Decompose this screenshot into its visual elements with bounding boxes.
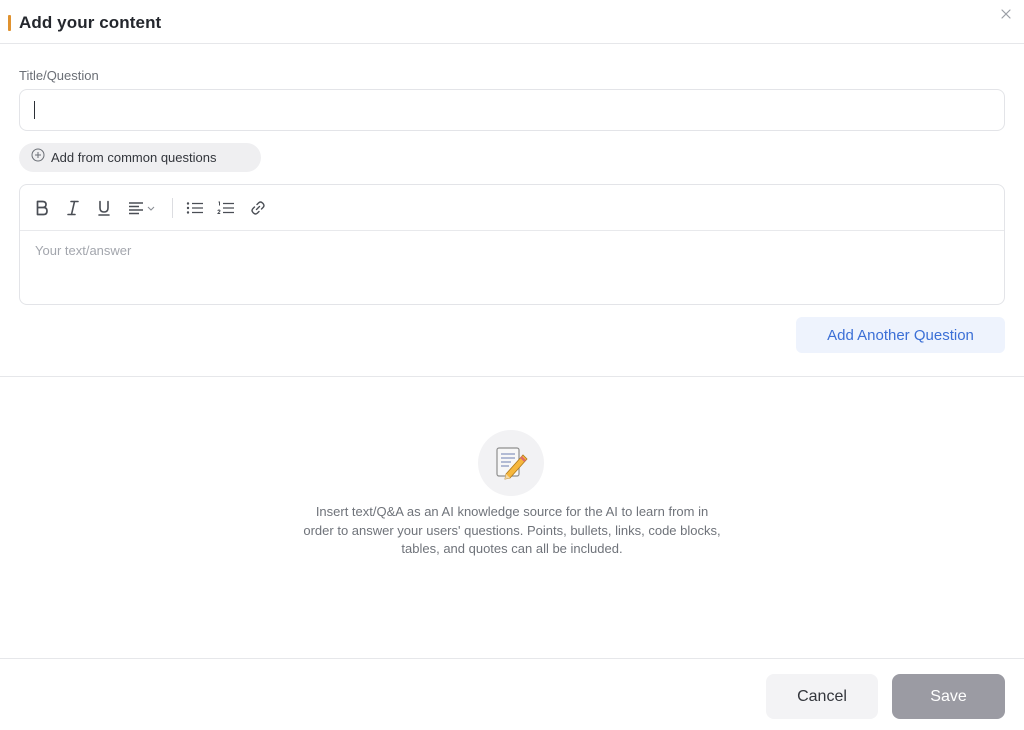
add-another-question-button[interactable]: Add Another Question bbox=[796, 317, 1005, 353]
close-icon[interactable] bbox=[998, 6, 1014, 22]
editor-placeholder[interactable]: Your text/answer bbox=[35, 243, 131, 258]
footer-divider bbox=[0, 658, 1024, 659]
add-from-common-questions-button[interactable]: Add from common questions bbox=[19, 143, 261, 172]
rich-text-editor: Your text/answer bbox=[19, 184, 1005, 305]
text-caret bbox=[34, 101, 35, 119]
section-divider bbox=[0, 376, 1024, 377]
cancel-button[interactable]: Cancel bbox=[766, 674, 878, 719]
bold-icon[interactable] bbox=[32, 198, 52, 218]
dialog-title: Add your content bbox=[19, 13, 162, 32]
save-button[interactable]: Save bbox=[892, 674, 1005, 719]
align-dropdown-icon[interactable] bbox=[126, 198, 158, 218]
title-question-label: Title/Question bbox=[19, 68, 99, 83]
plus-circle-icon bbox=[31, 148, 45, 167]
editor-toolbar bbox=[20, 185, 1004, 231]
memo-pencil-icon bbox=[478, 430, 544, 496]
title-accent-bar bbox=[8, 15, 11, 31]
empty-state-description: Insert text/Q&A as an AI knowledge sourc… bbox=[303, 504, 721, 556]
title-question-input[interactable] bbox=[19, 89, 1005, 131]
toolbar-separator bbox=[172, 198, 173, 218]
common-questions-label: Add from common questions bbox=[51, 150, 217, 165]
underline-icon[interactable] bbox=[94, 198, 114, 218]
bullet-list-icon[interactable] bbox=[184, 198, 206, 218]
link-icon[interactable] bbox=[247, 198, 269, 218]
italic-icon[interactable] bbox=[63, 198, 83, 218]
numbered-list-icon[interactable] bbox=[215, 198, 237, 218]
dialog-header: Add your content bbox=[0, 0, 1024, 44]
